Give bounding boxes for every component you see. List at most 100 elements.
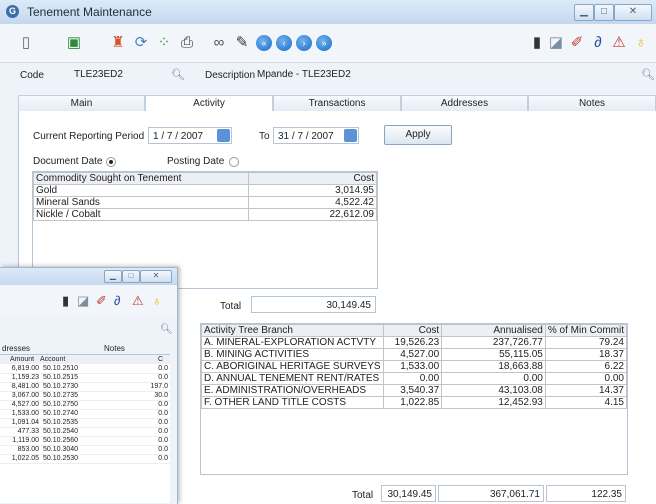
branch-annualised: 0.00 [441, 372, 546, 385]
table-row[interactable]: F. OTHER LAND TITLE COSTS 1,022.85 12,45… [201, 396, 628, 409]
minimize-button[interactable]: ▁ [574, 4, 594, 21]
grid-header-row: Amount Account C [0, 356, 170, 364]
table-row[interactable]: 1,091.04 50.10.2535 0.0 [0, 418, 170, 428]
to-date-picker[interactable]: 31 / 7 / 2007 [273, 127, 359, 144]
traffic-light-icon[interactable]: ▮ [527, 33, 547, 53]
c-cell: 0.0 [133, 445, 170, 455]
tools-icon[interactable]: ✎ [232, 33, 252, 53]
note-icon[interactable]: ◪ [546, 33, 566, 53]
tab-notes[interactable]: Notes [104, 344, 125, 353]
close-button[interactable]: ✕ [614, 4, 652, 21]
branch-cost: 0.00 [382, 372, 443, 385]
tab-main[interactable]: Main [18, 95, 145, 111]
tab-notes[interactable]: Notes [528, 95, 656, 111]
print-icon[interactable]: ⎙ [177, 33, 197, 53]
table-row[interactable]: Gold 3,014.95 [33, 184, 377, 197]
branch-name: F. OTHER LAND TITLE COSTS [201, 396, 384, 409]
last-record-icon[interactable]: » [316, 35, 332, 51]
table-row[interactable]: 1,022.05 50.10.2530 0.0 [0, 454, 170, 464]
table-row[interactable]: 8,481.00 50.10.2730 197.0 [0, 382, 170, 392]
lightbulb-icon[interactable]: ♁ [152, 293, 162, 308]
apply-button[interactable]: Apply [384, 125, 452, 145]
maximize-button[interactable]: □ [122, 270, 140, 283]
attach-icon[interactable]: ✐ [96, 293, 107, 309]
background-window[interactable]: ▁ □ ✕ ▮ ◪ ✐ ∂ ⚠ ♁ 🔍︎ dresses Notes Amoun… [0, 267, 178, 504]
code-search-icon[interactable]: 🔍︎ [171, 68, 185, 81]
amount-cell: 4,527.00 [0, 400, 41, 410]
minimize-button[interactable]: ▁ [104, 270, 122, 283]
table-row[interactable]: C. ABORIGINAL HERITAGE SURVEYS 1,533.00 … [201, 360, 628, 373]
code-field[interactable]: TLE23ED2 [70, 66, 185, 83]
background-grid: Amount Account C 6,819.00 50.10.2510 0.0 1… [0, 356, 170, 503]
table-row[interactable]: 1,533.00 50.10.2740 0.0 [0, 409, 170, 419]
tab-activity[interactable]: Activity [145, 95, 273, 112]
table-row[interactable]: 1,159.23 50.10.2515 0.0 [0, 373, 170, 383]
account-cell: 50.10.2740 [41, 409, 133, 419]
commodity-header: Commodity Sought on Tenement [33, 172, 249, 185]
tree-total-pct: 122.35 [546, 485, 626, 502]
previous-record-icon[interactable]: ‹ [276, 35, 292, 51]
amount-cell: 477.33 [0, 427, 41, 437]
commodity-cost: 22,612.09 [248, 208, 377, 221]
background-tab-bar: dresses Notes [0, 342, 170, 355]
amount-header: Amount [10, 356, 35, 363]
link-icon[interactable]: ∂ [588, 33, 608, 53]
lightbulb-icon[interactable]: ♁ [631, 33, 651, 53]
next-record-icon[interactable]: › [296, 35, 312, 51]
table-row[interactable]: E. ADMINISTRATION/OVERHEADS 3,540.37 43,… [201, 384, 628, 397]
warning-icon[interactable]: ⚠ [609, 33, 629, 53]
maximize-button[interactable]: □ [594, 4, 614, 21]
table-row[interactable]: Mineral Sands 4,522.42 [33, 196, 377, 209]
tab-addresses[interactable]: dresses [2, 344, 30, 353]
from-date-picker[interactable]: 1 / 7 / 2007 [148, 127, 232, 144]
find-icon[interactable]: ∞ [209, 33, 229, 53]
traffic-light-icon[interactable]: ▮ [62, 293, 69, 309]
amount-cell: 1,091.04 [0, 418, 41, 428]
link-icon[interactable]: ∂ [114, 293, 120, 308]
to-label: To [259, 131, 270, 142]
attach-icon[interactable]: ✐ [567, 33, 587, 53]
calendar-icon[interactable] [344, 129, 357, 142]
tab-transactions[interactable]: Transactions [273, 95, 401, 111]
table-row[interactable]: 1,119.00 50.10.2560 0.0 [0, 436, 170, 446]
branch-annualised: 237,726.77 [441, 336, 546, 349]
posting-date-radio[interactable] [229, 157, 239, 167]
save-icon[interactable]: ▣ [64, 33, 84, 53]
annualised-header: Annualised [441, 324, 546, 337]
branch-name: B. MINING ACTIVITIES [201, 348, 384, 361]
close-button[interactable]: ✕ [140, 270, 172, 283]
calendar-icon[interactable] [217, 129, 230, 142]
title-bar: G Tenement Maintenance ▁ □ ✕ [0, 0, 656, 25]
description-field[interactable]: Mpande - TLE23ED2 [253, 66, 651, 83]
branch-name: E. ADMINISTRATION/OVERHEADS [201, 384, 384, 397]
first-record-icon[interactable]: « [256, 35, 272, 51]
table-row[interactable]: 6,819.00 50.10.2510 0.0 [0, 365, 170, 374]
tab-addresses[interactable]: Addresses [401, 95, 528, 111]
c-cell: 0.0 [133, 409, 170, 419]
table-row[interactable]: B. MINING ACTIVITIES 4,527.00 55,115.05 … [201, 348, 628, 361]
warning-icon[interactable]: ⚠ [132, 293, 144, 309]
table-row[interactable]: 3,067.00 50.10.2735 30.0 [0, 391, 170, 401]
document-date-radio[interactable] [106, 157, 116, 167]
search-icon[interactable]: 🔍︎ [160, 324, 173, 335]
table-row[interactable]: 853.00 50.10.3040 0.0 [0, 445, 170, 455]
account-cell: 50.10.2750 [41, 400, 133, 410]
table-row[interactable]: A. MINERAL-EXPLORATION ACTVTY 19,526.23 … [201, 336, 628, 349]
delete-icon[interactable]: ♜ [108, 33, 128, 53]
commodity-name: Gold [33, 184, 249, 197]
c-cell: 0.0 [133, 454, 170, 464]
table-row[interactable]: Nickle / Cobalt 22,612.09 [33, 208, 377, 221]
branch-annualised: 55,115.05 [441, 348, 546, 361]
refresh-icon[interactable]: ⟳ [131, 33, 151, 53]
amount-cell: 6,819.00 [0, 365, 41, 374]
account-cell: 50.10.2530 [41, 454, 133, 464]
branch-annualised: 43,103.08 [441, 384, 546, 397]
new-document-icon[interactable]: ▯ [16, 33, 36, 53]
branch-cost: 19,526.23 [382, 336, 443, 349]
tree-icon[interactable]: ⁘ [154, 33, 174, 53]
note-icon[interactable]: ◪ [77, 293, 89, 309]
table-row[interactable]: D. ANNUAL TENEMENT RENT/RATES 0.00 0.00 … [201, 372, 628, 385]
description-search-icon[interactable]: 🔍︎ [641, 68, 655, 81]
table-row[interactable]: 477.33 50.10.2540 0.0 [0, 427, 170, 437]
table-row[interactable]: 4,527.00 50.10.2750 0.0 [0, 400, 170, 410]
